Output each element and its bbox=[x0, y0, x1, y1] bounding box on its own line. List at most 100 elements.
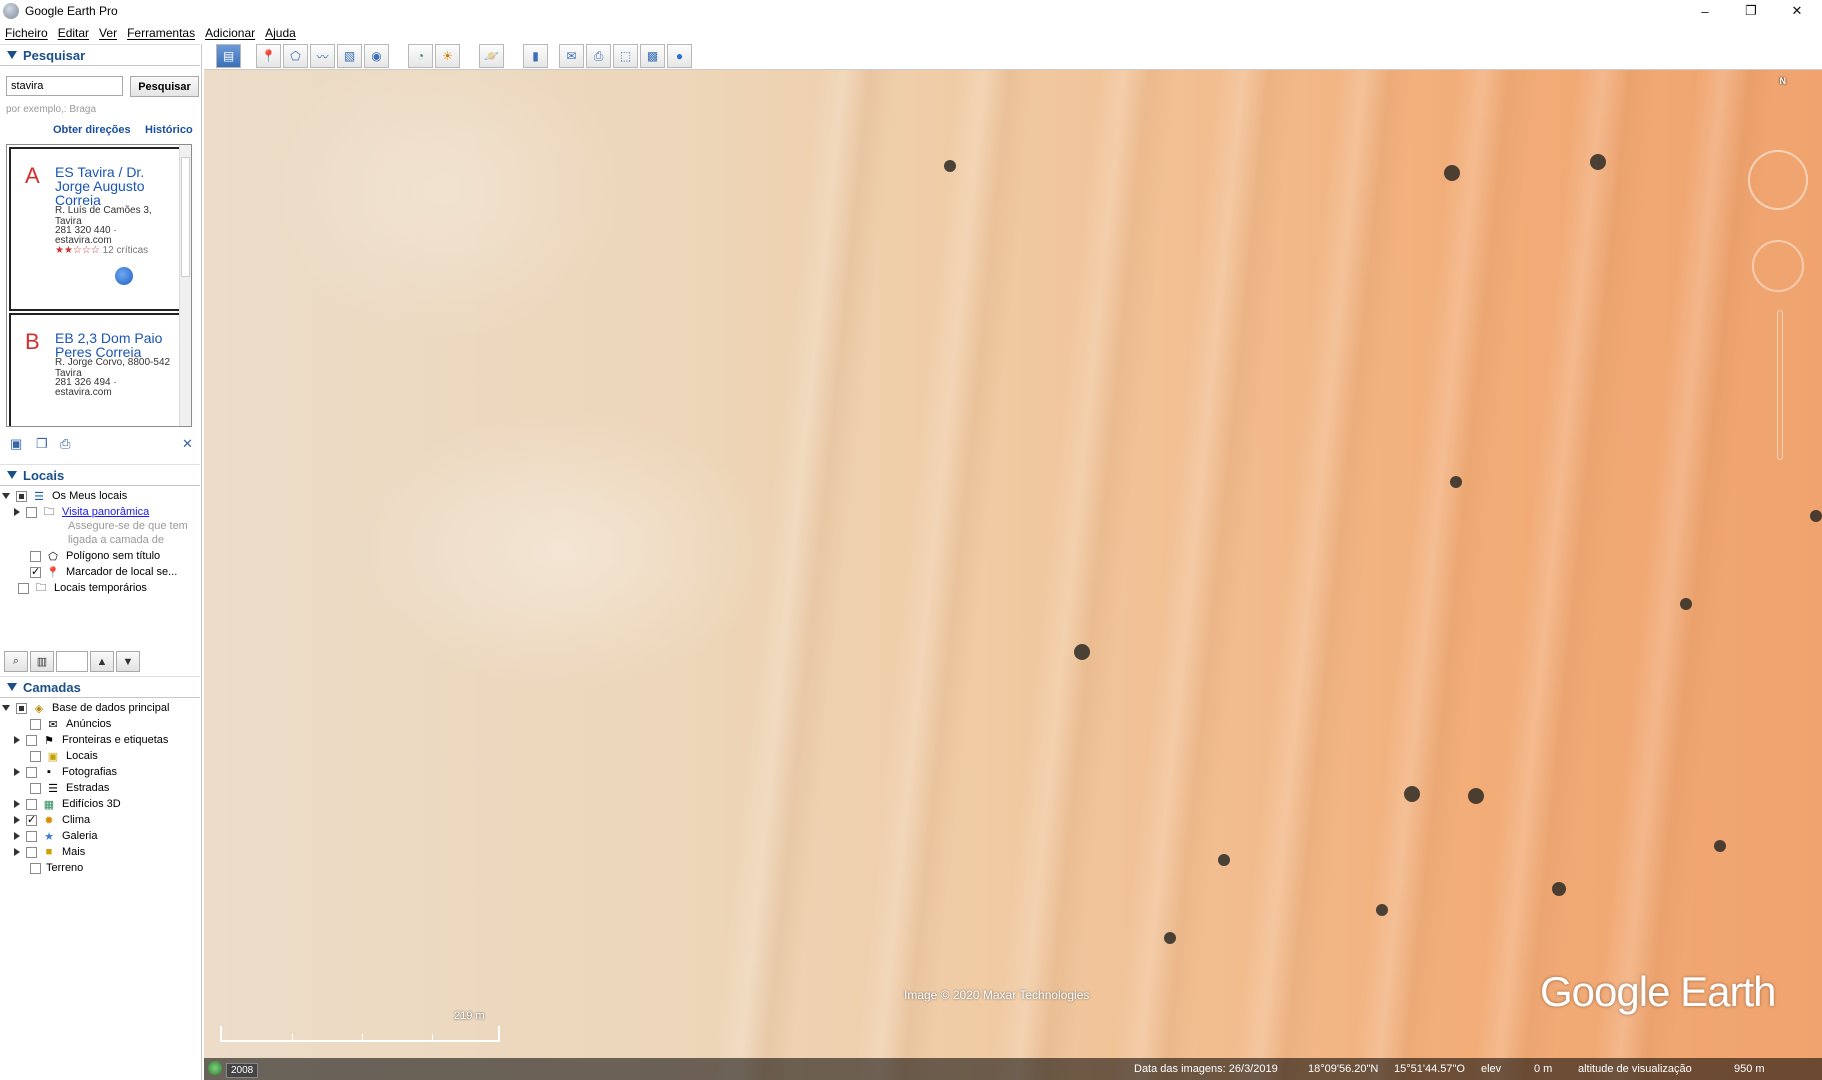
menu-editar[interactable]: Editar bbox=[53, 26, 94, 40]
search-result-b[interactable]: B EB 2,3 Dom Paio Peres Correia R. Jorge… bbox=[9, 313, 181, 426]
checkbox[interactable] bbox=[30, 862, 41, 874]
print-icon[interactable]: ⎙ bbox=[60, 436, 70, 452]
checkbox[interactable] bbox=[30, 565, 41, 578]
copy-icon[interactable]: ❐ bbox=[36, 436, 48, 452]
checkbox[interactable] bbox=[26, 766, 37, 778]
checkbox[interactable] bbox=[26, 813, 37, 826]
layer-terrain[interactable]: Terreno bbox=[30, 860, 83, 876]
layer-borders[interactable]: ⚑ Fronteiras e etiquetas bbox=[14, 732, 168, 748]
checkbox[interactable] bbox=[26, 506, 37, 518]
layer-more[interactable]: ■ Mais bbox=[14, 844, 85, 860]
checkbox[interactable] bbox=[18, 582, 29, 594]
search-button[interactable]: Pesquisar bbox=[130, 76, 199, 97]
shrub bbox=[1376, 904, 1388, 916]
layer-gallery[interactable]: ★ Galeria bbox=[14, 828, 97, 844]
earth-globe-icon[interactable]: ● bbox=[667, 44, 692, 68]
scrollbar-thumb[interactable] bbox=[181, 157, 190, 277]
layer-roads[interactable]: ☰ Estradas bbox=[30, 780, 109, 796]
expand-arrow-icon[interactable] bbox=[14, 800, 20, 808]
result-name[interactable]: EB 2,3 Dom Paio Peres Correia bbox=[55, 331, 175, 359]
search-result-a[interactable]: A ES Tavira / Dr. Jorge Augusto Correia … bbox=[9, 147, 181, 311]
imagery-year-badge[interactable]: 2008 bbox=[226, 1063, 259, 1078]
checkbox[interactable] bbox=[30, 718, 41, 730]
menu-ajuda[interactable]: Ajuda bbox=[260, 26, 301, 40]
search-results-list[interactable]: A ES Tavira / Dr. Jorge Augusto Correia … bbox=[6, 144, 192, 427]
sidebar-toggle-icon[interactable]: ▤ bbox=[216, 44, 241, 68]
checkbox[interactable] bbox=[16, 490, 27, 502]
menu-ferramentas[interactable]: Ferramentas bbox=[122, 26, 200, 40]
search-panel-header[interactable]: Pesquisar bbox=[0, 44, 200, 66]
add-overlay-icon[interactable]: ▧ bbox=[337, 44, 362, 68]
minimize-button[interactable]: – bbox=[1682, 0, 1728, 22]
view-in-maps-icon[interactable]: ▩ bbox=[640, 44, 665, 68]
search-places-icon[interactable]: ⌕ bbox=[4, 651, 28, 672]
expand-arrow-icon[interactable] bbox=[2, 493, 10, 499]
tree-item-label[interactable]: Visita panorâmica bbox=[62, 506, 149, 518]
checkbox[interactable] bbox=[30, 782, 41, 794]
expand-arrow-icon[interactable] bbox=[14, 848, 20, 856]
historical-imagery-icon[interactable]: ◔ bbox=[408, 44, 433, 68]
ruler-icon[interactable]: ▮ bbox=[523, 44, 548, 68]
print-map-icon[interactable]: ⎙ bbox=[586, 44, 611, 68]
add-path-icon[interactable]: 〰 bbox=[310, 44, 335, 68]
result-name[interactable]: ES Tavira / Dr. Jorge Augusto Correia bbox=[55, 165, 175, 207]
shrub bbox=[1404, 786, 1420, 802]
save-image-icon[interactable]: ⬚ bbox=[613, 44, 638, 68]
add-polygon-icon[interactable]: ⬠ bbox=[283, 44, 308, 68]
move-joystick[interactable] bbox=[1752, 240, 1804, 292]
search-input[interactable] bbox=[6, 76, 123, 96]
get-directions-link[interactable]: Obter direções bbox=[53, 124, 131, 136]
result-website[interactable]: estavira.com bbox=[55, 387, 175, 398]
checkbox[interactable] bbox=[26, 734, 37, 746]
add-folder-icon[interactable]: ▣ bbox=[10, 436, 22, 452]
expand-arrow-icon[interactable] bbox=[14, 508, 20, 516]
restore-button[interactable]: ❐ bbox=[1728, 0, 1774, 22]
map-view[interactable]: N Image © 2020 Maxar Technologies Google… bbox=[204, 70, 1822, 1080]
places-filter-box[interactable] bbox=[56, 651, 88, 672]
record-tour-icon[interactable]: ◉ bbox=[364, 44, 389, 68]
email-icon[interactable]: ✉ bbox=[559, 44, 584, 68]
layer-photos[interactable]: ▪ Fotografias bbox=[14, 764, 117, 780]
checkbox[interactable] bbox=[16, 702, 27, 714]
layer-3d-buildings[interactable]: ▦ Edifícios 3D bbox=[14, 796, 121, 812]
tree-item-placemark[interactable]: 📍 Marcador de local se... bbox=[30, 564, 177, 580]
menu-ficheiro[interactable]: Ficheiro bbox=[0, 26, 53, 40]
clear-results-icon[interactable]: ✕ bbox=[182, 436, 193, 452]
history-link[interactable]: Histórico bbox=[145, 124, 193, 136]
checkbox[interactable] bbox=[26, 830, 37, 842]
move-up-icon[interactable]: ▲ bbox=[90, 651, 114, 672]
tree-item-temp-places[interactable]: 🗀 Locais temporários bbox=[18, 580, 147, 596]
close-button[interactable]: ✕ bbox=[1774, 0, 1820, 22]
menu-ver[interactable]: Ver bbox=[94, 26, 122, 40]
layer-weather[interactable]: ✹ Clima bbox=[14, 812, 90, 828]
layer-primary-database[interactable]: ◈ Base de dados principal bbox=[2, 700, 169, 716]
menu-adicionar[interactable]: Adicionar bbox=[200, 26, 260, 40]
checkbox[interactable] bbox=[30, 750, 41, 762]
layers-panel-header[interactable]: Camadas bbox=[0, 676, 200, 698]
expand-arrow-icon[interactable] bbox=[14, 768, 20, 776]
places-panel-header[interactable]: Locais bbox=[0, 464, 200, 486]
zoom-slider[interactable] bbox=[1777, 310, 1783, 460]
tree-item-polygon[interactable]: ⬠ Polígono sem título bbox=[30, 548, 160, 564]
checkbox[interactable] bbox=[30, 550, 41, 562]
results-scrollbar[interactable] bbox=[179, 145, 191, 426]
north-indicator[interactable]: N bbox=[1780, 76, 1787, 86]
planets-icon[interactable]: 🪐 bbox=[479, 44, 504, 68]
checkbox[interactable] bbox=[26, 798, 37, 810]
layer-places[interactable]: ▣ Locais bbox=[30, 748, 98, 764]
checkbox[interactable] bbox=[26, 846, 37, 858]
toggle-panel-icon[interactable]: ▥ bbox=[30, 651, 54, 672]
look-joystick[interactable] bbox=[1748, 150, 1808, 210]
expand-arrow-icon[interactable] bbox=[2, 705, 10, 711]
map-toolbar: ▤ 📍 ⬠ 〰 ▧ ◉ ◔ ☀ 🪐 ▮ ✉ ⎙ ⬚ ▩ ● bbox=[204, 44, 1822, 70]
expand-arrow-icon[interactable] bbox=[14, 832, 20, 840]
globe-icon[interactable] bbox=[115, 267, 133, 285]
expand-arrow-icon[interactable] bbox=[14, 736, 20, 744]
add-placemark-icon[interactable]: 📍 bbox=[256, 44, 281, 68]
move-down-icon[interactable]: ▼ bbox=[116, 651, 140, 672]
sunlight-icon[interactable]: ☀ bbox=[435, 44, 460, 68]
tree-item-my-places[interactable]: ☰ Os Meus locais bbox=[2, 488, 127, 504]
expand-arrow-icon[interactable] bbox=[14, 816, 20, 824]
layer-ads[interactable]: ✉ Anúncios bbox=[30, 716, 111, 732]
result-reviews[interactable]: 12 críticas bbox=[103, 245, 149, 256]
